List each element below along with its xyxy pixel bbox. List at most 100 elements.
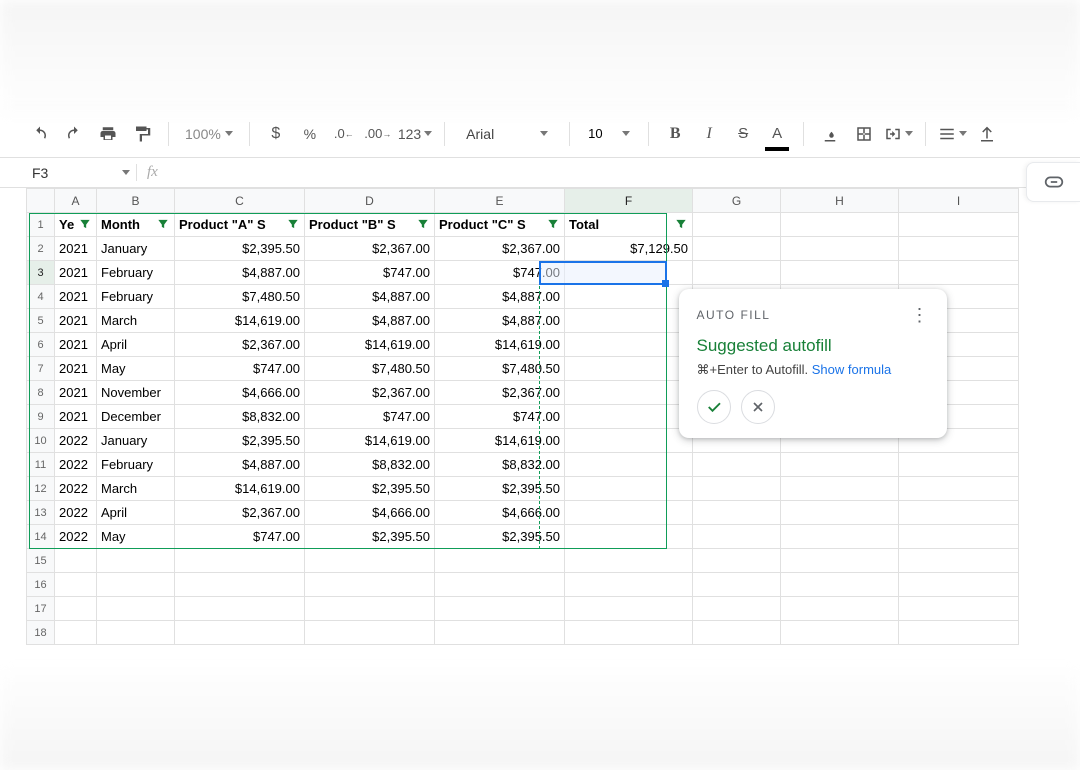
cell[interactable]: $2,395.50: [435, 477, 565, 501]
cell[interactable]: $4,887.00: [435, 285, 565, 309]
cell[interactable]: [565, 285, 693, 309]
cell[interactable]: [899, 501, 1019, 525]
row-header[interactable]: 1: [27, 213, 55, 237]
cell[interactable]: [565, 453, 693, 477]
column-header-E[interactable]: E: [435, 189, 565, 213]
cell[interactable]: May: [97, 357, 175, 381]
cell[interactable]: [693, 501, 781, 525]
row-header[interactable]: 9: [27, 405, 55, 429]
header-cell[interactable]: Ye: [55, 213, 97, 237]
cell[interactable]: 2022: [55, 501, 97, 525]
cell[interactable]: [693, 573, 781, 597]
cell[interactable]: [565, 621, 693, 645]
cell[interactable]: [781, 573, 899, 597]
cell[interactable]: $4,887.00: [305, 309, 435, 333]
filter-icon[interactable]: [546, 217, 560, 231]
header-cell[interactable]: Product "A" S: [175, 213, 305, 237]
cell[interactable]: [97, 549, 175, 573]
header-cell[interactable]: [899, 213, 1019, 237]
cell[interactable]: $2,367.00: [435, 237, 565, 261]
cell[interactable]: $14,619.00: [305, 429, 435, 453]
cell[interactable]: [899, 549, 1019, 573]
filter-icon[interactable]: [78, 217, 92, 231]
cell[interactable]: [693, 237, 781, 261]
cell[interactable]: $2,395.50: [175, 429, 305, 453]
cell[interactable]: 2022: [55, 429, 97, 453]
cell[interactable]: [781, 597, 899, 621]
bold-button[interactable]: B: [661, 120, 689, 148]
cell[interactable]: $747.00: [305, 261, 435, 285]
cell[interactable]: 2021: [55, 309, 97, 333]
cell[interactable]: February: [97, 453, 175, 477]
show-formula-link[interactable]: Show formula: [812, 362, 891, 377]
cell[interactable]: $2,367.00: [175, 501, 305, 525]
cell[interactable]: [899, 525, 1019, 549]
cell[interactable]: $2,395.50: [175, 237, 305, 261]
column-header-I[interactable]: I: [899, 189, 1019, 213]
cell[interactable]: [435, 573, 565, 597]
cell[interactable]: [565, 405, 693, 429]
cell[interactable]: [693, 525, 781, 549]
cell[interactable]: [565, 429, 693, 453]
cell[interactable]: $747.00: [175, 525, 305, 549]
cell[interactable]: [435, 621, 565, 645]
filter-icon[interactable]: [156, 217, 170, 231]
cell[interactable]: $14,619.00: [175, 309, 305, 333]
cell[interactable]: $4,887.00: [305, 285, 435, 309]
cell[interactable]: November: [97, 381, 175, 405]
cell[interactable]: $2,367.00: [175, 333, 305, 357]
cell[interactable]: [565, 309, 693, 333]
cell[interactable]: $4,887.00: [175, 453, 305, 477]
cell[interactable]: March: [97, 477, 175, 501]
cell[interactable]: $7,480.50: [175, 285, 305, 309]
cell[interactable]: $747.00: [305, 405, 435, 429]
cell[interactable]: $747.00: [435, 261, 565, 285]
increase-decimal-button[interactable]: .00→: [364, 120, 392, 148]
row-header[interactable]: 17: [27, 597, 55, 621]
cell[interactable]: [175, 597, 305, 621]
cell[interactable]: [899, 261, 1019, 285]
reject-autofill-button[interactable]: [741, 390, 775, 424]
merge-cells-button[interactable]: [884, 120, 913, 148]
row-header[interactable]: 6: [27, 333, 55, 357]
cell[interactable]: [55, 597, 97, 621]
font-dropdown[interactable]: Arial: [457, 123, 557, 145]
more-options-icon[interactable]: ⋮: [911, 305, 929, 326]
cell[interactable]: [565, 549, 693, 573]
decrease-decimal-button[interactable]: .0←: [330, 120, 358, 148]
cell[interactable]: $2,367.00: [435, 381, 565, 405]
cell[interactable]: [175, 621, 305, 645]
cell[interactable]: [565, 525, 693, 549]
column-header-C[interactable]: C: [175, 189, 305, 213]
cell[interactable]: $4,666.00: [435, 501, 565, 525]
paint-format-button[interactable]: [128, 120, 156, 148]
cell[interactable]: [693, 453, 781, 477]
cell[interactable]: 2021: [55, 261, 97, 285]
cell[interactable]: February: [97, 261, 175, 285]
row-header[interactable]: 14: [27, 525, 55, 549]
row-header[interactable]: 12: [27, 477, 55, 501]
italic-button[interactable]: I: [695, 120, 723, 148]
font-size-input[interactable]: [588, 126, 616, 141]
text-color-button[interactable]: A: [763, 120, 791, 148]
row-header[interactable]: 7: [27, 357, 55, 381]
column-header-A[interactable]: A: [55, 189, 97, 213]
cell[interactable]: [305, 573, 435, 597]
cell[interactable]: $4,666.00: [175, 381, 305, 405]
column-header-B[interactable]: B: [97, 189, 175, 213]
cell[interactable]: [565, 477, 693, 501]
header-cell[interactable]: Product "C" S: [435, 213, 565, 237]
cell[interactable]: [97, 621, 175, 645]
cell[interactable]: March: [97, 309, 175, 333]
column-header-H[interactable]: H: [781, 189, 899, 213]
cell[interactable]: [899, 597, 1019, 621]
row-header[interactable]: 10: [27, 429, 55, 453]
cell[interactable]: [305, 621, 435, 645]
cell[interactable]: [55, 621, 97, 645]
font-size-dropdown[interactable]: [582, 124, 636, 143]
filter-icon[interactable]: [286, 217, 300, 231]
cell[interactable]: [899, 573, 1019, 597]
cell[interactable]: [565, 333, 693, 357]
header-cell[interactable]: [781, 213, 899, 237]
cell[interactable]: April: [97, 501, 175, 525]
